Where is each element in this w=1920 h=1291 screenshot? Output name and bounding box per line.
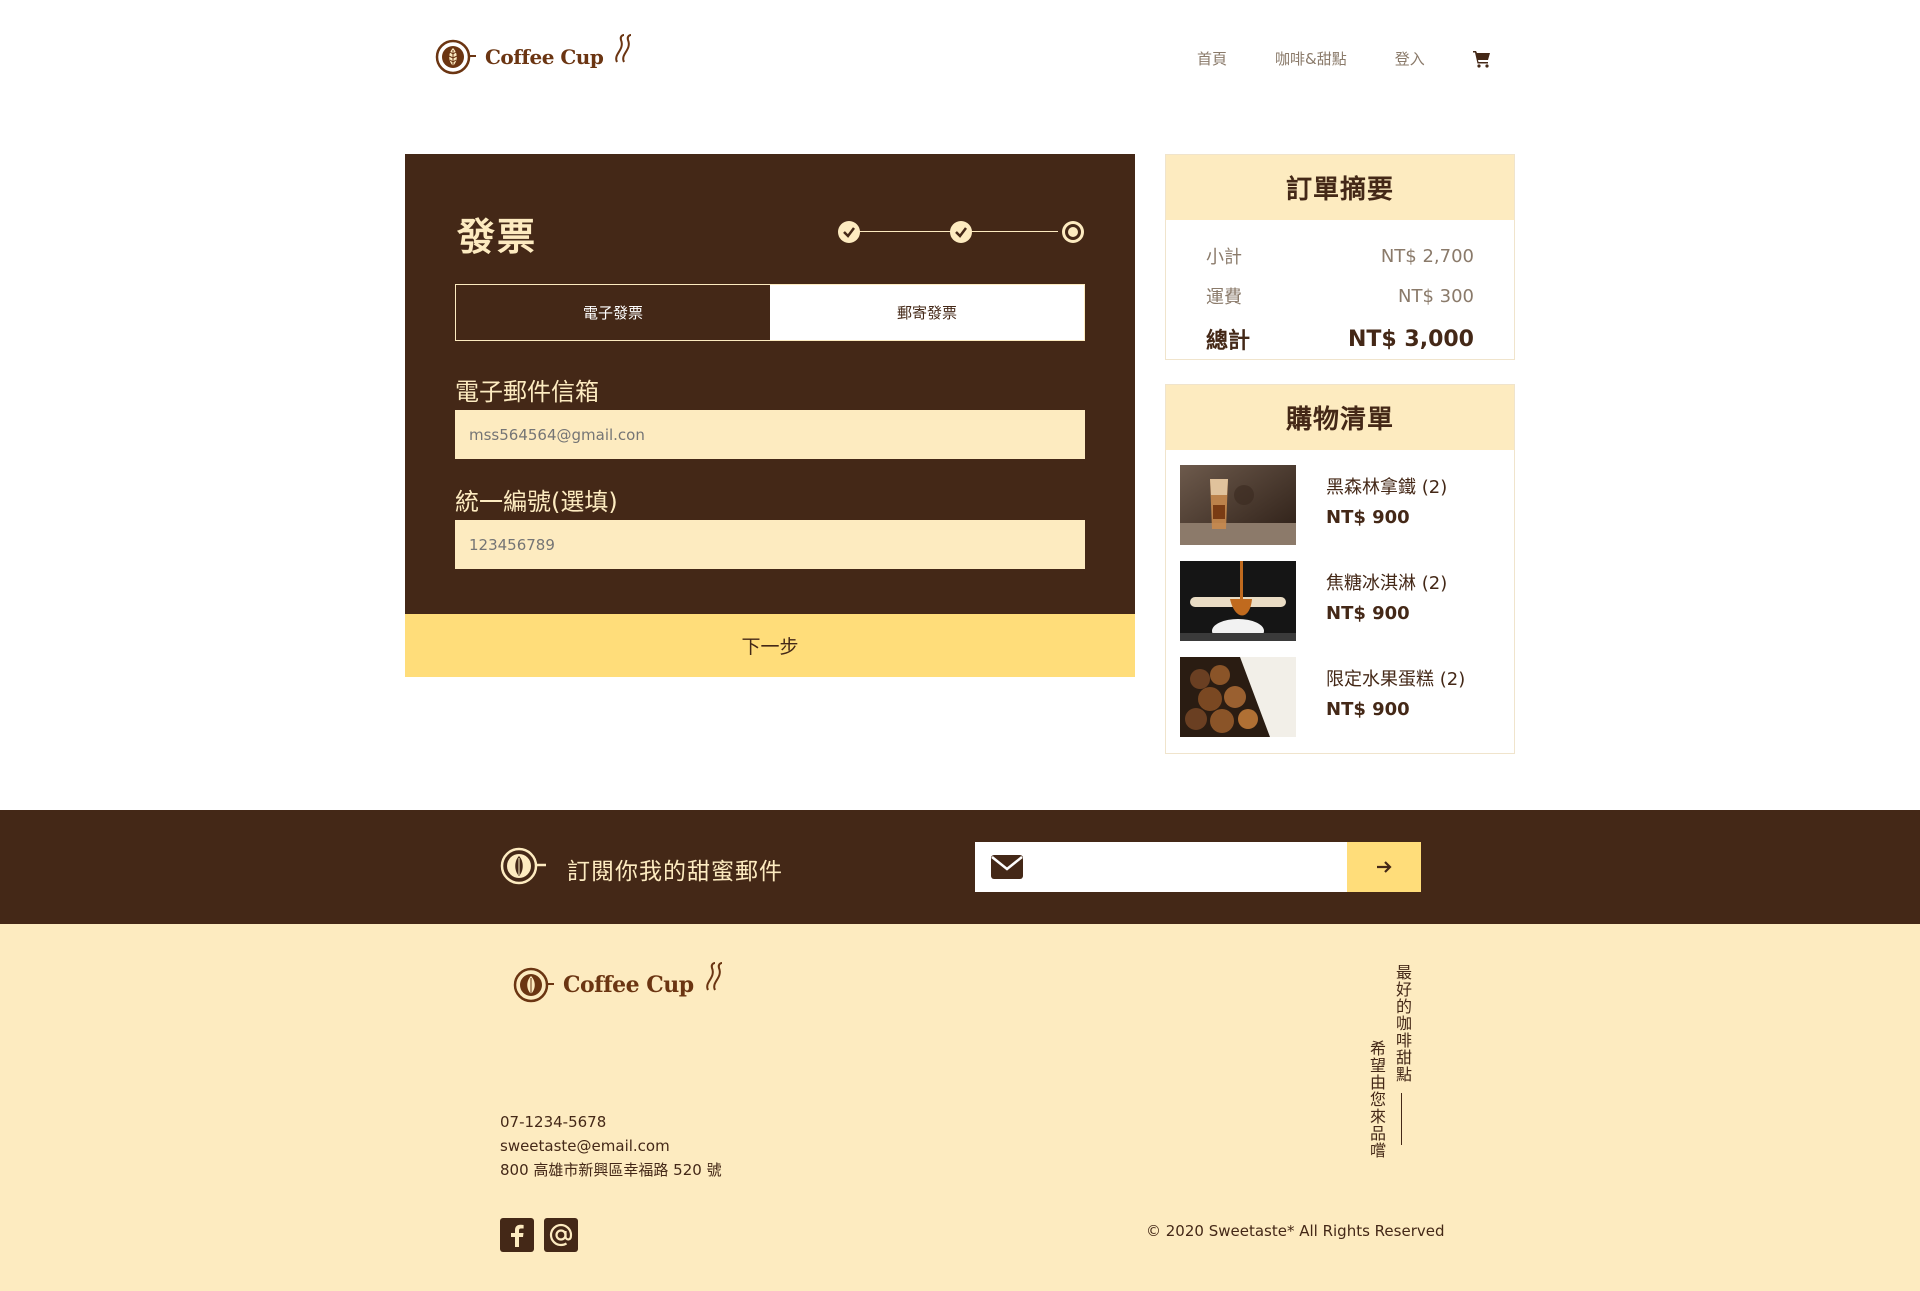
main-nav: 首頁 咖啡&甜點 登入 bbox=[1197, 48, 1491, 69]
tax-id-field[interactable] bbox=[455, 520, 1085, 569]
facebook-icon[interactable] bbox=[500, 1218, 534, 1252]
nav-login[interactable]: 登入 bbox=[1395, 48, 1425, 69]
subscribe-email-input[interactable] bbox=[1023, 842, 1347, 892]
coffee-cup-icon bbox=[435, 39, 476, 75]
contact-address: 800 高雄市新興區幸福路 520 號 bbox=[500, 1161, 722, 1179]
total-value: NT$ 3,000 bbox=[1348, 326, 1474, 352]
email-label: 電子郵件信箱 bbox=[455, 378, 599, 406]
at-sign-icon[interactable] bbox=[544, 1218, 578, 1252]
subtotal-value: NT$ 2,700 bbox=[1380, 245, 1474, 267]
email-field[interactable] bbox=[455, 410, 1085, 459]
caramel-ice-cream-image bbox=[1180, 561, 1296, 641]
brand-name: Coffee Cup bbox=[563, 972, 694, 998]
step-2-done bbox=[950, 221, 972, 243]
tab-e-invoice[interactable]: 電子發票 bbox=[456, 285, 770, 340]
coffee-cup-icon bbox=[513, 967, 554, 1003]
invoice-panel: 發票 電子發票 郵寄發票 電子郵件信箱 統一編號(選填) bbox=[405, 154, 1135, 677]
contact-phone: 07-1234-5678 bbox=[500, 1113, 607, 1131]
steam-icon bbox=[705, 962, 722, 991]
item-price: NT$ 900 bbox=[1326, 699, 1410, 720]
tab-mail-invoice[interactable]: 郵寄發票 bbox=[770, 285, 1084, 340]
step-3-current bbox=[1062, 221, 1084, 243]
slogan-line-1: 最好的咖啡甜點 bbox=[1393, 964, 1412, 1083]
coffee-cup-icon bbox=[500, 847, 546, 885]
cart-item[interactable]: 黑森林拿鐵 (2) NT$ 900 bbox=[1180, 465, 1500, 547]
site-footer: Coffee Cup 07-1234-5678 sweetaste@email.… bbox=[0, 924, 1920, 1291]
cart-list-card: 購物清單 黑森林拿鐵 (2) NT$ 900 焦糖冰淇淋 (2) NT$ 900… bbox=[1165, 384, 1515, 754]
subscribe-band: 訂閱你我的甜蜜郵件 bbox=[0, 810, 1920, 924]
order-summary-card: 訂單摘要 小計 NT$ 2,700 運費 NT$ 300 總計 NT$ 3,00… bbox=[1165, 154, 1515, 360]
copyright-text: © 2020 Sweetaste* All Rights Reserved bbox=[1146, 1222, 1445, 1240]
step-1-done bbox=[838, 221, 860, 243]
subscribe-submit-button[interactable] bbox=[1347, 842, 1421, 892]
item-name: 焦糖冰淇淋 (2) bbox=[1326, 573, 1448, 594]
nav-home[interactable]: 首頁 bbox=[1197, 48, 1227, 69]
tax-id-label: 統一編號(選填) bbox=[455, 488, 618, 516]
arrow-right-icon bbox=[1377, 861, 1392, 873]
total-label: 總計 bbox=[1206, 329, 1251, 354]
fruit-cake-image bbox=[1180, 657, 1296, 737]
total-row: 總計 NT$ 3,000 bbox=[1166, 316, 1514, 362]
black-forest-latte-image bbox=[1180, 465, 1296, 545]
invoice-type-tabs: 電子發票 郵寄發票 bbox=[455, 284, 1085, 341]
cart-item[interactable]: 焦糖冰淇淋 (2) NT$ 900 bbox=[1180, 561, 1500, 643]
order-summary-title: 訂單摘要 bbox=[1166, 155, 1514, 220]
item-price: NT$ 900 bbox=[1326, 603, 1410, 624]
subtotal-row: 小計 NT$ 2,700 bbox=[1166, 236, 1514, 276]
social-links bbox=[500, 1218, 578, 1252]
subscribe-form bbox=[975, 842, 1421, 892]
slogan-divider bbox=[1401, 1093, 1402, 1145]
contact-info: 07-1234-5678 sweetaste@email.com 800 高雄市… bbox=[500, 1110, 722, 1182]
cart-list-title: 購物清單 bbox=[1166, 385, 1514, 450]
shipping-label: 運費 bbox=[1206, 287, 1242, 308]
site-header: Coffee Cup 首頁 咖啡&甜點 登入 bbox=[0, 0, 1920, 130]
check-icon bbox=[955, 227, 967, 238]
check-icon bbox=[843, 227, 855, 238]
shipping-row: 運費 NT$ 300 bbox=[1166, 276, 1514, 316]
nav-coffee-desserts[interactable]: 咖啡&甜點 bbox=[1275, 48, 1347, 69]
subscribe-text: 訂閱你我的甜蜜郵件 bbox=[567, 859, 783, 885]
subscribe-input-wrap bbox=[975, 842, 1347, 892]
checkout-stepper bbox=[838, 221, 1084, 243]
cart-icon[interactable] bbox=[1472, 50, 1491, 68]
envelope-icon bbox=[991, 855, 1023, 879]
item-price: NT$ 900 bbox=[1326, 507, 1410, 528]
item-name: 限定水果蛋糕 (2) bbox=[1326, 669, 1466, 690]
invoice-title: 發票 bbox=[457, 215, 538, 259]
shipping-value: NT$ 300 bbox=[1398, 285, 1474, 307]
footer-logo[interactable]: Coffee Cup bbox=[513, 962, 726, 1006]
cart-item[interactable]: 限定水果蛋糕 (2) NT$ 900 bbox=[1180, 657, 1500, 739]
contact-email: sweetaste@email.com bbox=[500, 1137, 670, 1155]
brand-name: Coffee Cup bbox=[485, 45, 604, 69]
slogan-line-2: 希望由您來品嚐 bbox=[1367, 1040, 1386, 1159]
subtotal-label: 小計 bbox=[1206, 247, 1242, 268]
header-logo[interactable]: Coffee Cup bbox=[435, 34, 635, 78]
item-name: 黑森林拿鐵 (2) bbox=[1326, 477, 1448, 498]
steam-icon bbox=[615, 34, 632, 63]
next-step-button[interactable]: 下一步 bbox=[405, 614, 1135, 677]
